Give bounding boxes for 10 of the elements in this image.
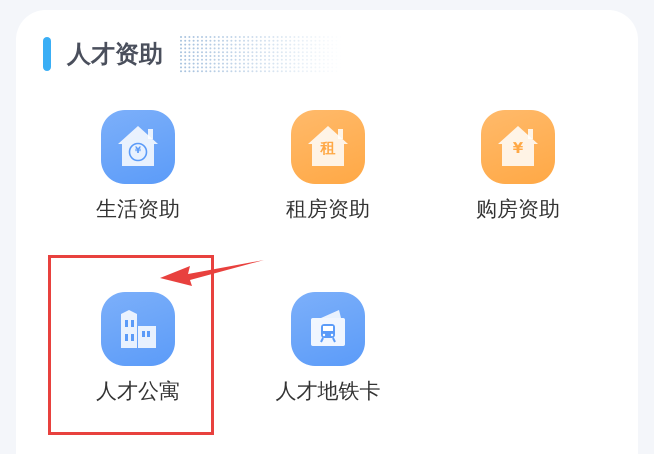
- house-icon: ¥: [101, 110, 175, 184]
- section-title: 人才资助: [67, 42, 163, 66]
- house-icon: ¥: [481, 110, 555, 184]
- title-accent-bar: [43, 37, 51, 71]
- house-icon: 租: [291, 110, 365, 184]
- service-label[interactable]: 人才地铁卡: [276, 376, 380, 406]
- service-label[interactable]: 购房资助: [476, 194, 560, 224]
- service-label[interactable]: 人才公寓: [96, 376, 180, 406]
- service-label[interactable]: 租房资助: [286, 194, 370, 224]
- service-label[interactable]: 生活资助: [96, 194, 180, 224]
